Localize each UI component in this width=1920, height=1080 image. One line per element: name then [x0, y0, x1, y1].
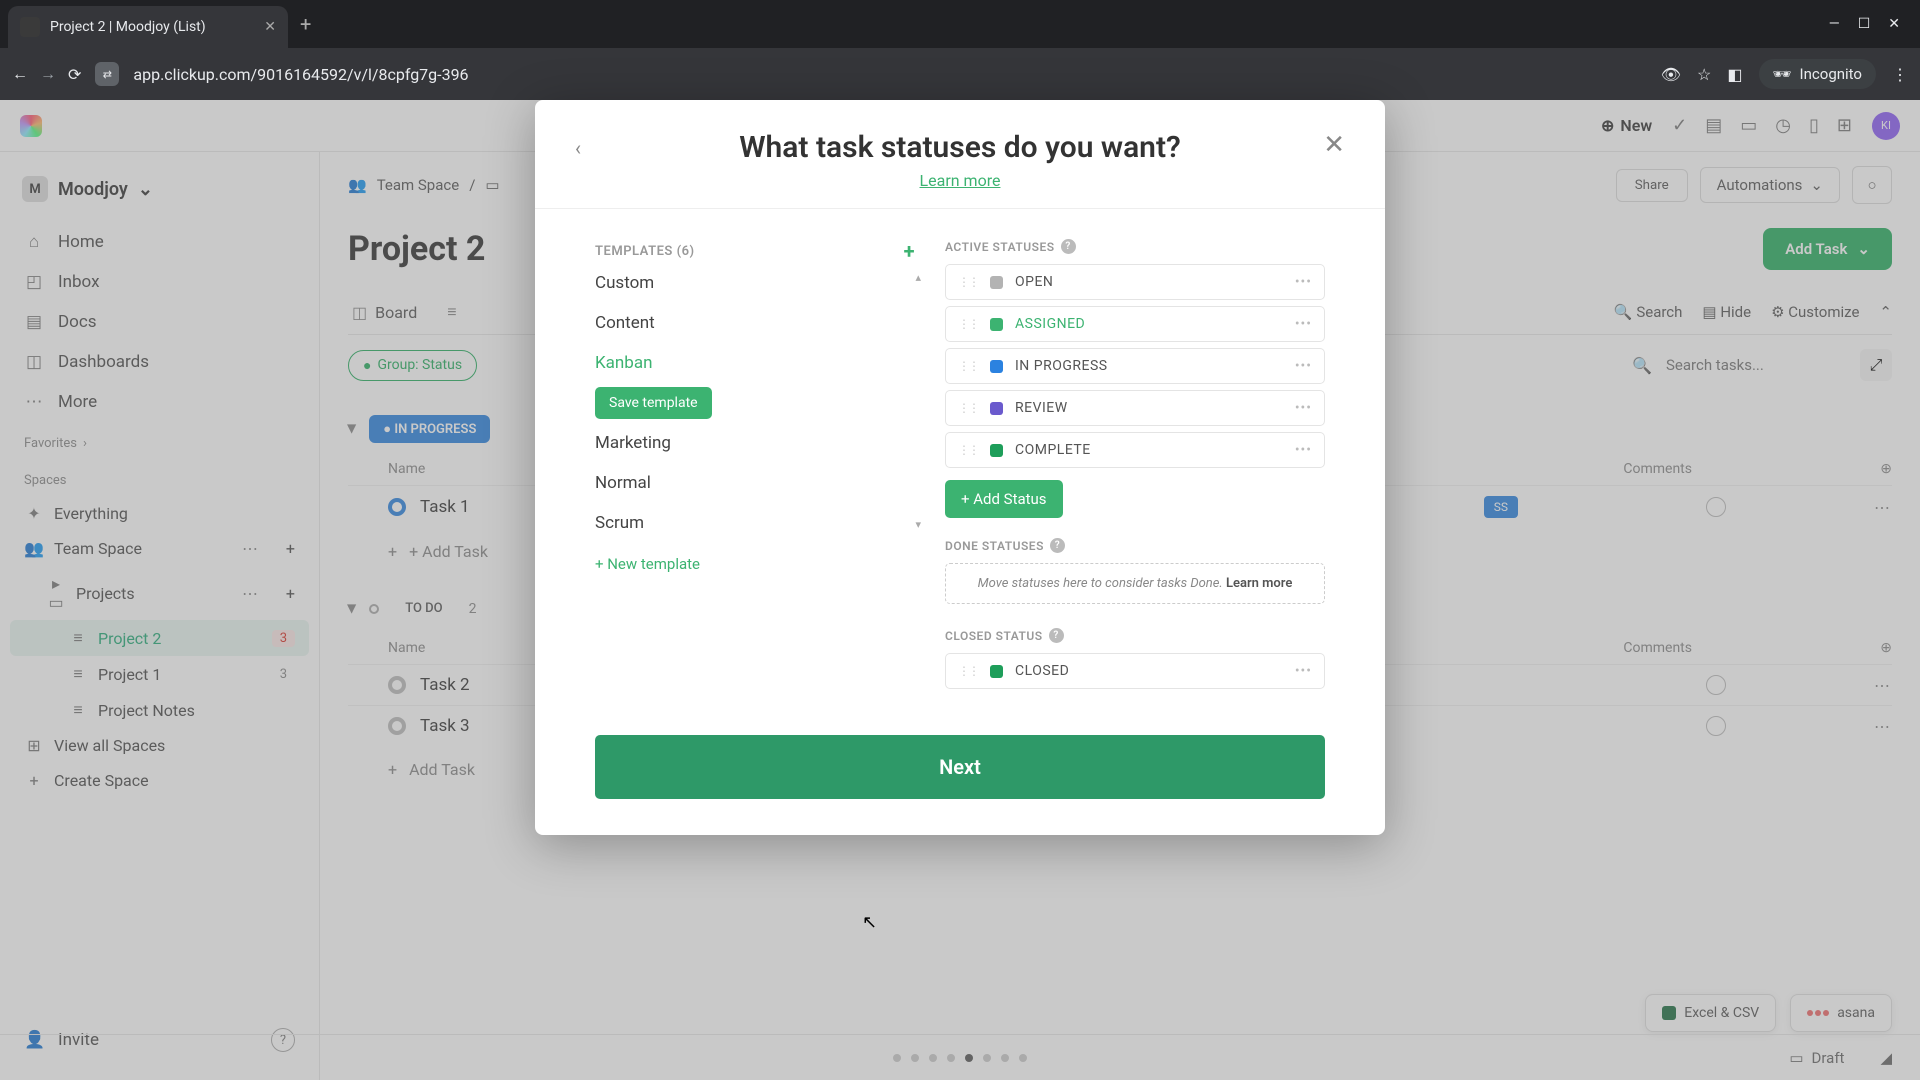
- status-more-icon[interactable]: •••: [1295, 274, 1312, 290]
- status-color-swatch[interactable]: [990, 276, 1003, 289]
- tab-favicon: [20, 17, 40, 37]
- drag-handle-icon[interactable]: ⋮⋮: [958, 443, 978, 457]
- drag-handle-icon[interactable]: ⋮⋮: [958, 317, 978, 331]
- status-item-assigned[interactable]: ⋮⋮ ASSIGNED •••: [945, 306, 1325, 342]
- done-drop-zone[interactable]: Move statuses here to consider tasks Don…: [945, 563, 1325, 604]
- status-item-closed[interactable]: ⋮⋮ CLOSED •••: [945, 653, 1325, 689]
- minimize-button[interactable]: —: [1829, 16, 1840, 32]
- template-item-normal[interactable]: Normal: [595, 463, 915, 503]
- status-label: COMPLETE: [1015, 442, 1283, 458]
- tab-title: Project 2 | Moodjoy (List): [50, 19, 254, 35]
- url-text[interactable]: app.clickup.com/9016164592/v/l/8cpfg7g-3…: [133, 65, 1646, 84]
- status-more-icon[interactable]: •••: [1295, 442, 1312, 458]
- browser-menu-icon[interactable]: ⋮: [1892, 65, 1908, 84]
- template-item-content[interactable]: Content: [595, 303, 915, 343]
- status-item-open[interactable]: ⋮⋮ OPEN •••: [945, 264, 1325, 300]
- template-item-scrum[interactable]: Scrum: [595, 503, 915, 543]
- incognito-badge[interactable]: 🕶 Incognito: [1759, 59, 1877, 89]
- browser-tab[interactable]: Project 2 | Moodjoy (List) ✕: [8, 6, 288, 48]
- site-info-icon[interactable]: ⇄: [95, 62, 119, 86]
- status-item-complete[interactable]: ⋮⋮ COMPLETE •••: [945, 432, 1325, 468]
- reload-button[interactable]: ⟳: [68, 65, 81, 84]
- eye-off-icon[interactable]: 👁: [1661, 65, 1681, 84]
- drag-handle-icon[interactable]: ⋮⋮: [958, 401, 978, 415]
- status-setup-modal: ‹ What task statuses do you want? Learn …: [535, 100, 1385, 835]
- status-item-review[interactable]: ⋮⋮ REVIEW •••: [945, 390, 1325, 426]
- incognito-icon: 🕶: [1773, 65, 1792, 83]
- add-status-button[interactable]: + Add Status: [945, 480, 1063, 518]
- help-icon[interactable]: ?: [1061, 239, 1076, 254]
- scroll-down-icon[interactable]: ▾: [915, 518, 921, 531]
- drag-handle-icon[interactable]: ⋮⋮: [958, 275, 978, 289]
- cursor-icon: ↖: [862, 912, 877, 933]
- status-label: OPEN: [1015, 274, 1283, 290]
- learn-more-link[interactable]: Learn more: [920, 171, 1001, 190]
- status-color-swatch[interactable]: [990, 665, 1003, 678]
- status-label: CLOSED: [1015, 663, 1283, 679]
- status-color-swatch[interactable]: [990, 318, 1003, 331]
- back-button[interactable]: ←: [12, 64, 28, 84]
- scroll-up-icon[interactable]: ▴: [915, 271, 921, 284]
- modal-title: What task statuses do you want?: [575, 130, 1345, 165]
- drag-handle-icon[interactable]: ⋮⋮: [958, 664, 978, 678]
- templates-header: TEMPLATES (6): [595, 244, 695, 259]
- status-more-icon[interactable]: •••: [1295, 663, 1312, 679]
- browser-tab-bar: Project 2 | Moodjoy (List) ✕ + — ☐ ✕: [0, 0, 1920, 48]
- forward-button[interactable]: →: [40, 64, 56, 84]
- modal-back-button[interactable]: ‹: [575, 136, 581, 160]
- new-tab-button[interactable]: +: [300, 12, 311, 36]
- status-item-in-progress[interactable]: ⋮⋮ IN PROGRESS •••: [945, 348, 1325, 384]
- status-more-icon[interactable]: •••: [1295, 316, 1312, 332]
- status-more-icon[interactable]: •••: [1295, 358, 1312, 374]
- maximize-button[interactable]: ☐: [1858, 16, 1871, 32]
- tab-close-icon[interactable]: ✕: [264, 19, 276, 35]
- bookmark-icon[interactable]: ☆: [1697, 65, 1711, 84]
- status-color-swatch[interactable]: [990, 444, 1003, 457]
- status-label: IN PROGRESS: [1015, 358, 1283, 374]
- url-bar: ← → ⟳ ⇄ app.clickup.com/9016164592/v/l/8…: [0, 48, 1920, 100]
- close-window-button[interactable]: ✕: [1888, 16, 1900, 32]
- template-item-custom[interactable]: Custom: [595, 271, 915, 303]
- status-color-swatch[interactable]: [990, 402, 1003, 415]
- template-item-kanban[interactable]: Kanban: [595, 343, 915, 383]
- drag-handle-icon[interactable]: ⋮⋮: [958, 359, 978, 373]
- status-label: ASSIGNED: [1015, 316, 1283, 332]
- add-template-button[interactable]: +: [904, 239, 915, 263]
- learn-more-link[interactable]: Learn more: [1226, 576, 1292, 591]
- modal-close-button[interactable]: ✕: [1323, 130, 1345, 160]
- window-controls: — ☐ ✕: [1829, 16, 1912, 32]
- help-icon[interactable]: ?: [1049, 628, 1064, 643]
- status-color-swatch[interactable]: [990, 360, 1003, 373]
- status-more-icon[interactable]: •••: [1295, 400, 1312, 416]
- active-statuses-header: ACTIVE STATUSES: [945, 240, 1055, 254]
- next-button[interactable]: Next: [595, 735, 1325, 799]
- panel-icon[interactable]: ◧: [1727, 65, 1742, 84]
- status-label: REVIEW: [1015, 400, 1283, 416]
- template-item-marketing[interactable]: Marketing: [595, 423, 915, 463]
- closed-status-header: CLOSED STATUS: [945, 629, 1043, 643]
- help-icon[interactable]: ?: [1050, 538, 1065, 553]
- save-template-button[interactable]: Save template: [595, 387, 712, 419]
- done-statuses-header: DONE STATUSES: [945, 539, 1044, 553]
